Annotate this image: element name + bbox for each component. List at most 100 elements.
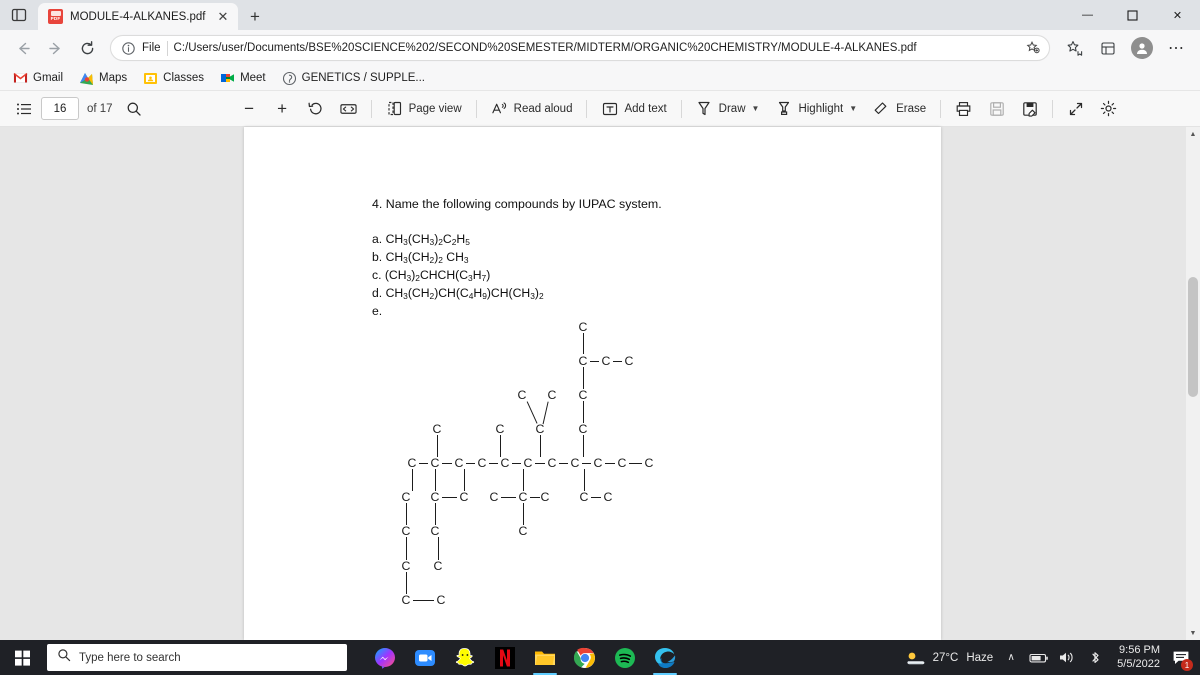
reload-icon[interactable] — [72, 34, 102, 62]
fullscreen-button[interactable] — [1060, 95, 1091, 122]
maximize-button[interactable] — [1110, 0, 1155, 30]
chevron-down-icon[interactable]: ▼ — [849, 104, 857, 113]
battery-icon[interactable] — [1029, 648, 1049, 668]
weather-haze-icon[interactable] — [905, 648, 925, 668]
save-button[interactable] — [981, 95, 1012, 122]
rotate-icon — [307, 100, 324, 117]
forward-icon[interactable] — [40, 34, 70, 62]
bond — [437, 435, 439, 457]
scrollbar-thumb[interactable] — [1188, 277, 1198, 397]
navigation-bar: File C:/Users/user/Documents/BSE%20SCIEN… — [0, 30, 1200, 66]
page-number-input[interactable]: 16 — [41, 97, 79, 120]
bond — [590, 361, 599, 363]
bond — [605, 463, 615, 465]
save-icon — [988, 100, 1005, 117]
carbon-atom: C — [518, 523, 528, 538]
search-button[interactable] — [119, 95, 150, 122]
vertical-scrollbar[interactable]: ▲ ▼ — [1186, 127, 1200, 640]
taskbar-app-file-explorer[interactable] — [525, 640, 565, 675]
bookmark-gmail[interactable]: Gmail — [6, 68, 70, 89]
pdf-viewer[interactable]: 4. Name the following compounds by IUPAC… — [0, 127, 1200, 640]
show-hidden-icons-chevron[interactable]: ∧ — [1001, 648, 1021, 668]
bond — [501, 497, 516, 499]
new-tab-button[interactable]: + — [242, 4, 268, 30]
read-aloud-button[interactable]: Read aloud — [484, 95, 580, 122]
rotate-button[interactable] — [300, 95, 331, 122]
save-as-button[interactable] — [1014, 95, 1045, 122]
carbon-atom: C — [578, 421, 588, 436]
collections-icon[interactable] — [1092, 34, 1124, 62]
save-as-icon — [1021, 100, 1038, 117]
read-aloud-label: Read aloud — [513, 102, 573, 115]
settings-button[interactable] — [1093, 95, 1124, 122]
bluetooth-icon[interactable] — [1085, 648, 1105, 668]
browser-tab[interactable]: MODULE-4-ALKANES.pdf ✕ — [38, 3, 238, 30]
taskbar-app-snapchat[interactable] — [445, 640, 485, 675]
highlight-button[interactable]: Highlight ▼ — [768, 95, 864, 122]
avatar — [1131, 37, 1153, 59]
close-window-button[interactable]: ✕ — [1155, 0, 1200, 30]
zoom-out-button[interactable]: − — [234, 95, 265, 122]
volume-icon[interactable] — [1057, 648, 1077, 668]
bond — [442, 463, 452, 465]
bookmark-label: GENETICS / SUPPLE... — [301, 72, 425, 84]
scroll-up-arrow-icon[interactable]: ▲ — [1186, 127, 1200, 141]
erase-button[interactable]: Erase — [866, 95, 933, 122]
notifications-button[interactable]: 1 — [1168, 640, 1194, 675]
carbon-atom: C — [579, 489, 589, 504]
draw-button[interactable]: Draw ▼ — [689, 95, 767, 122]
window-controls: — ✕ — [1065, 0, 1200, 30]
carbon-atom: C — [601, 353, 611, 368]
add-favorite-icon[interactable] — [1023, 38, 1043, 58]
page-total-label: of 17 — [87, 102, 113, 115]
carbon-atom: C — [517, 387, 527, 402]
bookmark-classes[interactable]: Classes — [136, 68, 211, 89]
scroll-down-arrow-icon[interactable]: ▼ — [1186, 626, 1200, 640]
file-scheme-label: File — [142, 42, 161, 54]
taskbar-app-chrome[interactable] — [565, 640, 605, 675]
fit-width-button[interactable] — [333, 95, 364, 122]
carbon-atom: C — [617, 455, 627, 470]
bookmark-genetics[interactable]: GENETICS / SUPPLE... — [275, 68, 432, 89]
bookmark-label: Meet — [240, 72, 266, 84]
close-tab-icon[interactable]: ✕ — [214, 8, 232, 26]
draw-label: Draw — [718, 102, 746, 115]
plus-icon: + — [277, 99, 288, 118]
zoom-in-button[interactable]: + — [267, 95, 298, 122]
favorites-icon[interactable] — [1058, 34, 1090, 62]
bookmarks-bar: Gmail Maps Classes Meet GENETICS / SUPPL… — [0, 66, 1200, 91]
carbon-atom: C — [430, 455, 440, 470]
taskbar-app-zoom[interactable] — [405, 640, 445, 675]
taskbar-app-netflix[interactable] — [485, 640, 525, 675]
tab-title: MODULE-4-ALKANES.pdf — [70, 10, 206, 23]
toolbar-separator — [940, 99, 942, 118]
minimize-button[interactable]: — — [1065, 0, 1110, 30]
expand-arrows-icon — [1067, 100, 1084, 117]
taskbar-app-edge[interactable] — [645, 640, 685, 675]
chevron-down-icon[interactable]: ▼ — [752, 104, 760, 113]
add-text-icon — [601, 100, 618, 117]
page-view-label: Page view — [408, 102, 462, 115]
back-icon[interactable] — [8, 34, 38, 62]
carbon-atom: C — [489, 489, 499, 504]
bookmark-meet[interactable]: Meet — [213, 68, 273, 89]
browser-menu-icon[interactable]: ⋯ — [1160, 34, 1192, 62]
taskbar-search-input[interactable]: Type here to search — [47, 644, 347, 671]
tab-search-icon[interactable] — [0, 0, 38, 30]
toc-toggle-button[interactable] — [8, 95, 39, 122]
toolbar-separator — [475, 99, 477, 118]
bookmark-maps[interactable]: Maps — [72, 68, 134, 89]
start-button[interactable] — [0, 640, 45, 675]
carbon-atom: C — [535, 421, 545, 436]
taskbar-app-messenger[interactable] — [365, 640, 405, 675]
print-button[interactable] — [948, 95, 979, 122]
taskbar-app-spotify[interactable] — [605, 640, 645, 675]
highlight-label: Highlight — [798, 102, 844, 115]
add-text-button[interactable]: Add text — [594, 95, 673, 122]
carbon-atom: C — [644, 455, 654, 470]
address-bar[interactable]: File C:/Users/user/Documents/BSE%20SCIEN… — [110, 35, 1050, 61]
taskbar-clock[interactable]: 9:56 PM 5/5/2022 — [1117, 644, 1160, 672]
carbon-atom: C — [407, 455, 417, 470]
page-view-button[interactable]: Page view — [379, 95, 469, 122]
profile-icon[interactable] — [1126, 34, 1158, 62]
